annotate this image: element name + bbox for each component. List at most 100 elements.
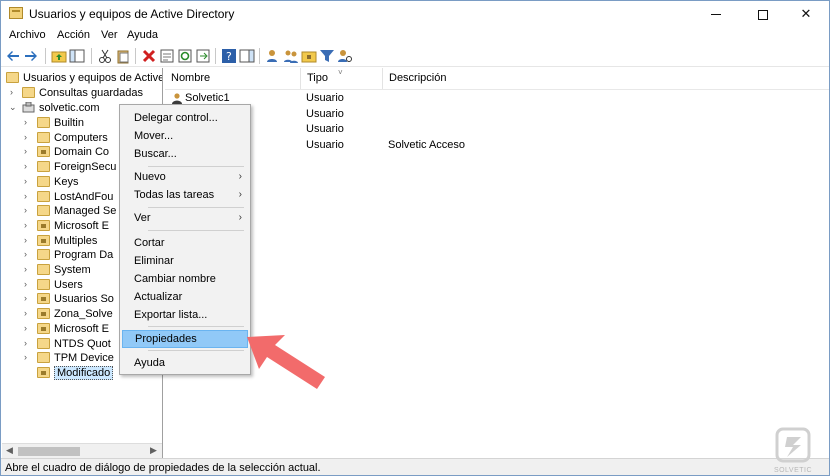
list-item[interactable]: Solvetic1 Usuario bbox=[165, 91, 829, 106]
tree-item-label: Zona_Solve bbox=[54, 308, 113, 321]
chevron-right-icon[interactable]: › bbox=[24, 249, 34, 259]
menu-item-all-tasks[interactable]: Todas las tareas › bbox=[122, 186, 248, 204]
ou-folder-icon bbox=[37, 219, 50, 231]
folder-icon bbox=[37, 131, 50, 143]
chevron-right-icon[interactable]: › bbox=[24, 146, 34, 156]
folder-icon bbox=[37, 205, 50, 217]
new-ou-icon[interactable] bbox=[301, 48, 317, 64]
menu-item-export[interactable]: Exportar lista... bbox=[122, 306, 248, 324]
chevron-right-icon[interactable]: › bbox=[24, 220, 34, 230]
menu-item-delete[interactable]: Eliminar bbox=[122, 252, 248, 270]
chevron-right-icon[interactable]: › bbox=[24, 293, 34, 303]
menu-bar: Archivo Acción Ver Ayuda bbox=[1, 27, 829, 45]
tree-item-label: ForeignSecu bbox=[54, 161, 117, 174]
scroll-thumb[interactable] bbox=[18, 447, 80, 456]
menu-archivo[interactable]: Archivo bbox=[9, 29, 46, 41]
folder-icon bbox=[37, 278, 50, 290]
chevron-right-icon[interactable]: › bbox=[24, 308, 34, 318]
tree-item-label: Computers bbox=[54, 131, 108, 144]
menu-item-view-label: Ver bbox=[134, 212, 151, 224]
menu-item-view[interactable]: Ver › bbox=[122, 209, 248, 227]
pointer-arrow-icon bbox=[247, 335, 325, 389]
scroll-left-icon[interactable]: ◀ bbox=[6, 445, 13, 456]
list-item[interactable]: Usuario bbox=[165, 122, 829, 137]
find-user-icon[interactable] bbox=[337, 48, 353, 64]
chevron-right-icon[interactable]: › bbox=[24, 323, 34, 333]
user-icon bbox=[172, 93, 182, 104]
menu-separator bbox=[148, 350, 244, 351]
header-divider bbox=[165, 89, 829, 90]
horizontal-scrollbar[interactable]: ◀ ▶ bbox=[2, 443, 162, 458]
title-bar: Usuarios y equipos de Active Directory ✕ bbox=[1, 1, 829, 27]
menu-ayuda[interactable]: Ayuda bbox=[127, 29, 158, 41]
tree-item-label: Program Da bbox=[54, 249, 114, 262]
scroll-right-icon[interactable]: ▶ bbox=[150, 445, 157, 456]
menu-item-new[interactable]: Nuevo › bbox=[122, 168, 248, 186]
folder-icon bbox=[37, 161, 50, 173]
menu-item-delegate[interactable]: Delegar control... bbox=[122, 109, 248, 127]
menu-item-help[interactable]: Ayuda bbox=[122, 354, 248, 372]
filter-icon[interactable] bbox=[319, 48, 335, 64]
ad-app-icon bbox=[9, 7, 23, 19]
list-item[interactable]: Usuario Solvetic Acceso bbox=[165, 138, 829, 153]
new-group-icon[interactable] bbox=[283, 48, 299, 64]
menu-item-refresh[interactable]: Actualizar bbox=[122, 288, 248, 306]
list-item[interactable]: Usuario bbox=[165, 107, 829, 122]
delete-icon[interactable] bbox=[141, 48, 157, 64]
cell-description: Solvetic Acceso bbox=[388, 138, 466, 151]
status-text: Abre el cuadro de diálogo de propiedades… bbox=[5, 462, 321, 474]
chevron-right-icon[interactable]: › bbox=[24, 338, 34, 348]
folder-icon bbox=[37, 249, 50, 261]
help-icon[interactable]: ? bbox=[221, 48, 237, 64]
chevron-right-icon[interactable]: › bbox=[24, 205, 34, 215]
chevron-right-icon[interactable]: › bbox=[24, 264, 34, 274]
export-icon[interactable] bbox=[195, 48, 211, 64]
sort-indicator-icon: ˅ bbox=[338, 68, 343, 77]
chevron-right-icon[interactable]: › bbox=[24, 235, 34, 245]
back-icon[interactable] bbox=[5, 48, 21, 64]
folder-icon bbox=[37, 264, 50, 275]
refresh-icon[interactable] bbox=[177, 48, 193, 64]
up-folder-icon[interactable] bbox=[51, 48, 67, 64]
menu-separator bbox=[148, 166, 244, 167]
show-tree-icon[interactable] bbox=[69, 48, 85, 64]
chevron-right-icon[interactable]: › bbox=[10, 87, 20, 97]
menu-item-find[interactable]: Buscar... bbox=[122, 145, 248, 163]
toolbar: ? bbox=[1, 45, 829, 67]
chevron-right-icon[interactable]: › bbox=[24, 191, 34, 201]
menu-item-cut[interactable]: Cortar bbox=[122, 234, 248, 252]
chevron-right-icon[interactable]: › bbox=[24, 117, 34, 127]
chevron-down-icon[interactable]: ⌄ bbox=[9, 102, 19, 113]
status-bar: Abre el cuadro de diálogo de propiedades… bbox=[1, 458, 829, 475]
ou-folder-icon bbox=[37, 308, 50, 320]
action-pane-icon[interactable] bbox=[239, 48, 255, 64]
properties-icon[interactable] bbox=[159, 48, 175, 64]
close-button[interactable]: ✕ bbox=[783, 1, 829, 27]
maximize-button[interactable] bbox=[740, 1, 786, 27]
forward-icon[interactable] bbox=[23, 48, 39, 64]
new-user-icon[interactable] bbox=[265, 48, 281, 64]
tree-item-label: Domain Co bbox=[54, 146, 110, 159]
cell-type: Usuario bbox=[306, 123, 344, 135]
cut-icon[interactable] bbox=[97, 48, 113, 64]
menu-item-move[interactable]: Mover... bbox=[122, 127, 248, 145]
column-header-description[interactable]: Descripción bbox=[383, 68, 829, 89]
minimize-button[interactable] bbox=[693, 1, 739, 27]
chevron-right-icon[interactable]: › bbox=[24, 132, 34, 142]
menu-item-rename[interactable]: Cambiar nombre bbox=[122, 270, 248, 288]
column-header-name[interactable]: Nombre bbox=[165, 68, 301, 89]
tree-item-label: Builtin bbox=[54, 117, 84, 129]
submenu-arrow-icon: › bbox=[238, 189, 242, 200]
tree-item-label: Users bbox=[54, 278, 83, 291]
chevron-right-icon[interactable]: › bbox=[24, 176, 34, 186]
ou-folder-icon bbox=[37, 366, 50, 378]
menu-item-properties[interactable]: Propiedades bbox=[122, 330, 248, 348]
paste-icon[interactable] bbox=[115, 48, 131, 64]
tree-item-label: NTDS Quot bbox=[54, 337, 111, 350]
chevron-right-icon[interactable]: › bbox=[24, 161, 34, 171]
chevron-right-icon[interactable]: › bbox=[24, 352, 34, 362]
menu-ver[interactable]: Ver bbox=[101, 29, 118, 41]
menu-accion[interactable]: Acción bbox=[57, 29, 90, 41]
chevron-right-icon[interactable]: › bbox=[24, 279, 34, 289]
folder-icon bbox=[22, 87, 35, 98]
